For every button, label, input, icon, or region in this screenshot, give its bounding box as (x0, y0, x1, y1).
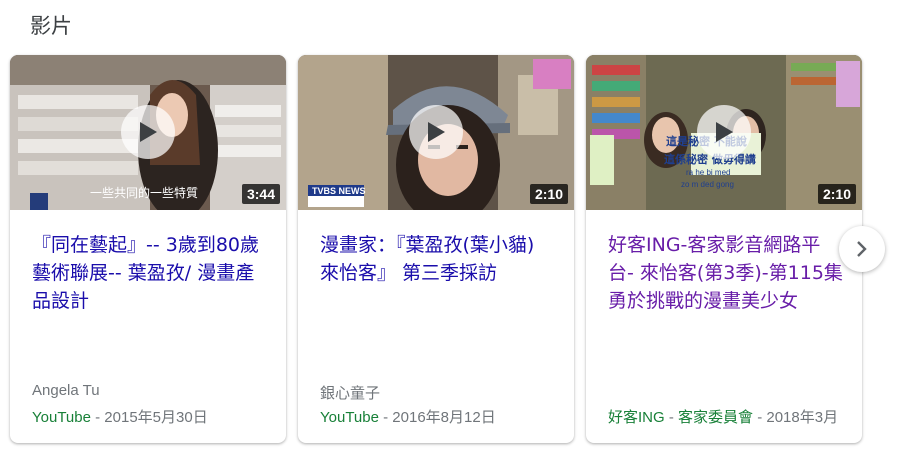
play-button[interactable] (121, 105, 175, 159)
play-button[interactable] (409, 105, 463, 159)
duration-badge: 2:10 (529, 184, 568, 204)
video-thumbnail[interactable]: 這是秘密 不能說 這係秘密 做毋得講 ra he bi med zo m ded… (586, 55, 862, 210)
video-author: Angela Tu (32, 382, 100, 399)
duration-badge: 2:10 (817, 184, 856, 204)
chevron-right-icon (857, 241, 867, 257)
video-source: YouTube (320, 409, 379, 426)
video-title-link[interactable]: 『同在藝起』-- 3歲到80歲藝術聯展-- 葉盈孜/ 漫畫產品設計 (32, 231, 270, 315)
video-date: 2018年3月 (766, 409, 839, 426)
video-meta: YouTube - 2016年8月12日 (320, 409, 496, 426)
video-meta: YouTube - 2015年5月30日 (32, 409, 208, 426)
video-channel: 客家委員會 (678, 409, 754, 426)
caption-overlay-3: ra he bi med (686, 168, 730, 177)
duration-badge: 3:44 (241, 184, 280, 204)
video-thumbnail[interactable]: TVBS NEWS 2:10 (298, 55, 574, 210)
play-icon (428, 122, 445, 142)
video-thumbnail[interactable]: 一些共同的一些特質 3:44 (10, 55, 286, 210)
video-date: 2015年5月30日 (104, 409, 208, 426)
video-date: 2016年8月12日 (392, 409, 496, 426)
video-title-link[interactable]: 好客ING-客家影音網路平台- 來怡客(第3季)-第115集勇於挑戰的漫畫美少女 (608, 231, 846, 315)
subtitle-overlay: 一些共同的一些特質 (90, 185, 198, 200)
section-title: 影片 (30, 14, 72, 38)
video-carousel: 影片 一些共同的一些特質 3:44 『同在藝起』-- 3歲到80歲藝術聯展-- … (0, 0, 900, 459)
video-meta: 好客ING - 客家委員會 - 2018年3月 (608, 409, 839, 426)
logo-overlay: TVBS NEWS (312, 186, 366, 196)
video-card[interactable]: TVBS NEWS 2:10 漫畫家：『葉盈孜(葉小貓) 來怡客』 第三季採訪 … (298, 55, 574, 443)
play-icon (716, 122, 733, 142)
video-author: 銀心童子 (320, 385, 381, 402)
caption-overlay-4: zo m ded gong (681, 180, 734, 189)
video-card[interactable]: 這是秘密 不能說 這係秘密 做毋得講 ra he bi med zo m ded… (586, 55, 862, 443)
video-card[interactable]: 一些共同的一些特質 3:44 『同在藝起』-- 3歲到80歲藝術聯展-- 葉盈孜… (10, 55, 286, 443)
play-icon (140, 122, 157, 142)
play-button[interactable] (697, 105, 751, 159)
next-button[interactable] (839, 226, 885, 272)
video-source: YouTube (32, 409, 91, 426)
video-title-link[interactable]: 漫畫家：『葉盈孜(葉小貓) 來怡客』 第三季採訪 (320, 231, 558, 287)
video-source: 好客ING (608, 409, 665, 426)
